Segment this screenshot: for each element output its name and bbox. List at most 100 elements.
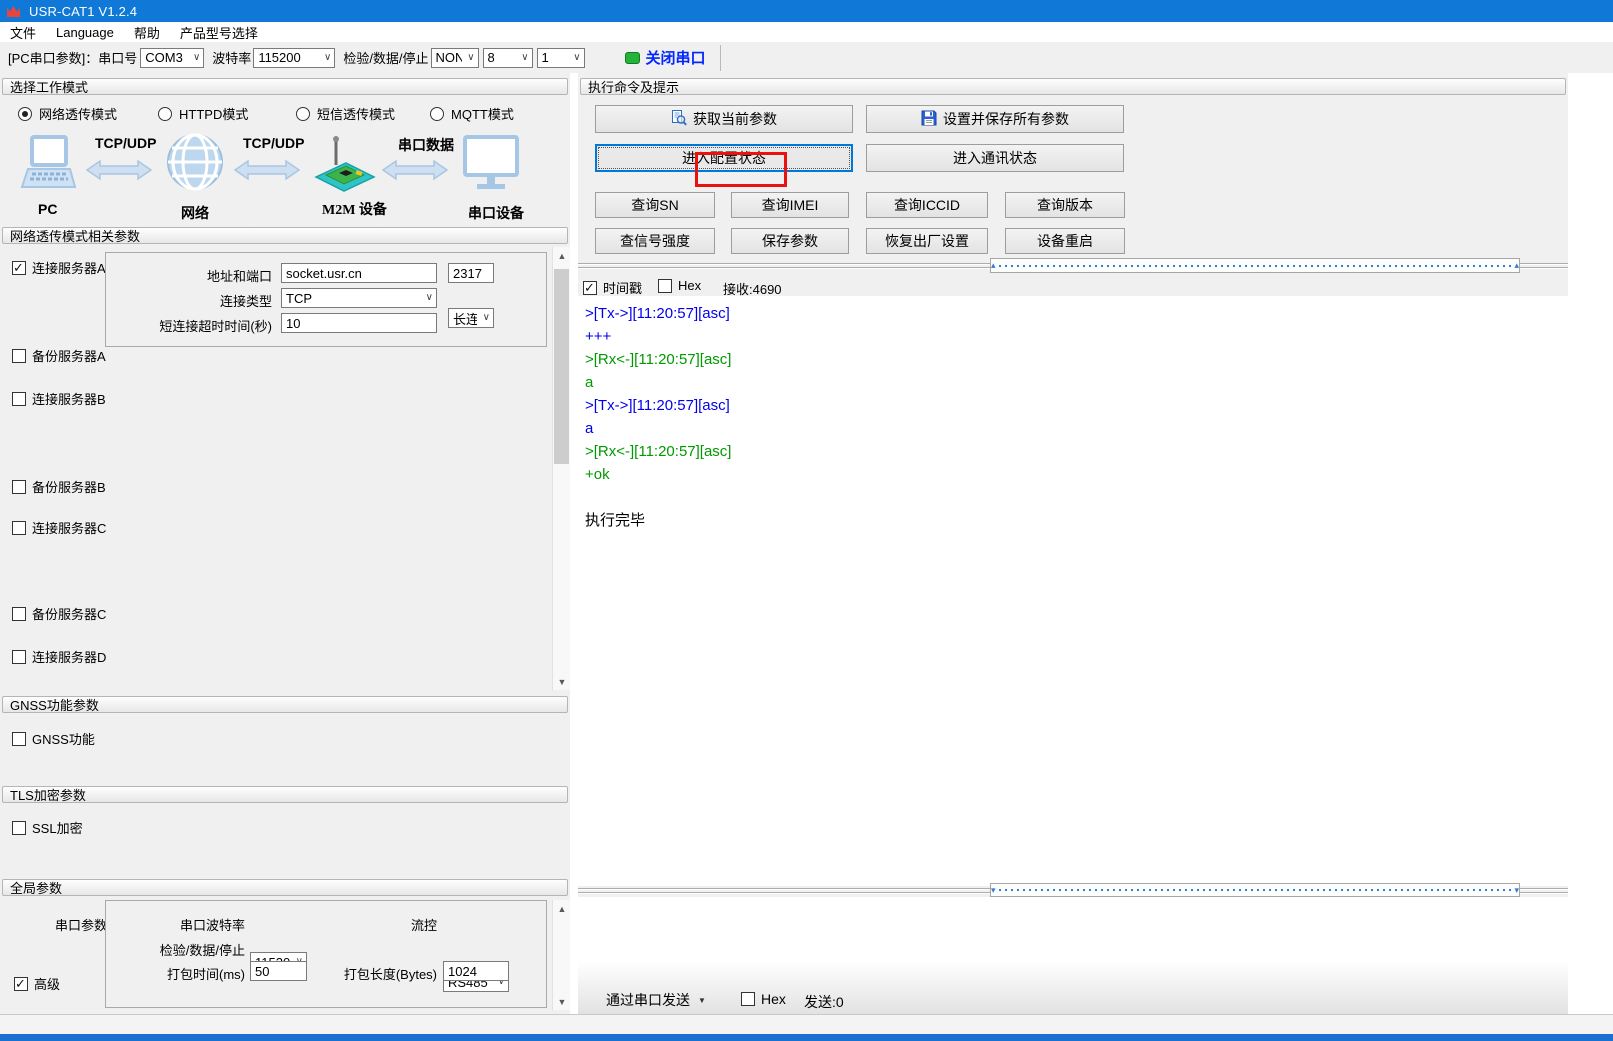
set-save-params-button[interactable]: 设置并保存所有参数 xyxy=(866,105,1124,133)
gnss-checkbox[interactable]: GNSS功能 xyxy=(12,729,95,748)
global-scrollbar[interactable]: ▲ ▼ xyxy=(552,900,571,1010)
floppy-disk-icon xyxy=(921,110,937,129)
gnss-header: GNSS功能参数 xyxy=(2,696,568,713)
factory-reset-button[interactable]: 恢复出厂设置 xyxy=(866,228,988,254)
radio-icon xyxy=(296,107,310,121)
query-sn-button[interactable]: 查询SN xyxy=(595,192,715,218)
log-line: +ok xyxy=(585,463,1568,486)
checkbox-icon xyxy=(658,279,672,293)
server-a-checkbox[interactable]: 连接服务器A xyxy=(12,258,106,277)
menu-file[interactable]: 文件 xyxy=(0,22,46,42)
taskbar-edge xyxy=(0,1034,1613,1041)
m2m-device-icon xyxy=(312,133,376,198)
network-globe-icon xyxy=(166,133,224,194)
scrollbar-thumb[interactable] xyxy=(554,269,569,464)
commands-header: 执行命令及提示 xyxy=(580,78,1566,95)
parity-select[interactable]: NONE∨ xyxy=(431,48,479,68)
recv-hex-checkbox[interactable]: Hex xyxy=(658,278,701,293)
chevron-down-icon: ∨ xyxy=(467,52,474,64)
diagram-m2m-label: M2M 设备 xyxy=(322,199,387,219)
log-splitter-handle[interactable]: ▴ ▴ xyxy=(990,258,1520,273)
send-area[interactable] xyxy=(578,897,1568,1014)
checkbox-icon xyxy=(583,281,597,295)
conn-type-label: 连接类型 xyxy=(100,291,272,310)
checkbox-icon xyxy=(12,392,26,406)
tls-header: TLS加密参数 xyxy=(2,786,568,803)
menu-product-model[interactable]: 产品型号选择 xyxy=(170,22,268,42)
query-imei-button[interactable]: 查询IMEI xyxy=(731,192,849,218)
close-port-button[interactable]: 关闭串口 xyxy=(646,47,706,68)
query-version-button[interactable]: 查询版本 xyxy=(1005,192,1125,218)
device-restart-button[interactable]: 设备重启 xyxy=(1005,228,1125,254)
status-strip xyxy=(0,1014,1613,1034)
splitter-marker-icon: ▾ xyxy=(991,886,996,895)
arrow-icon xyxy=(86,159,152,184)
backup-server-c-checkbox[interactable]: 备份服务器C xyxy=(12,604,106,623)
panel-divider xyxy=(570,73,578,1014)
pack-time-label: 打包时间(ms) xyxy=(115,964,245,983)
search-doc-icon xyxy=(671,110,687,129)
global-params-header: 全局参数 xyxy=(2,879,568,896)
query-iccid-button[interactable]: 查询ICCID xyxy=(866,192,988,218)
global-baud-label: 串口波特率 xyxy=(115,915,245,934)
timestamp-checkbox[interactable]: 时间戳 xyxy=(583,278,642,297)
parity-data-stop-label: 检验/数据/停止 xyxy=(343,48,428,67)
checkbox-icon xyxy=(12,607,26,621)
serial-toolbar: [PC串口参数]：串口号 COM3∨ 波特率 115200∨ 检验/数据/停止 … xyxy=(0,42,1613,74)
scroll-down-icon[interactable]: ▼ xyxy=(553,673,571,690)
radio-httpd[interactable]: HTTPD模式 xyxy=(158,104,248,123)
radio-net-transparent[interactable]: 网络透传模式 xyxy=(18,104,117,123)
scroll-down-icon[interactable]: ▼ xyxy=(553,993,571,1010)
log-line xyxy=(585,486,1568,509)
get-params-button[interactable]: 获取当前参数 xyxy=(595,105,853,133)
baud-select[interactable]: 115200∨ xyxy=(253,48,335,68)
menu-help[interactable]: 帮助 xyxy=(124,22,170,42)
menu-language[interactable]: Language xyxy=(46,22,124,42)
scroll-up-icon[interactable]: ▲ xyxy=(553,247,571,264)
save-params-button[interactable]: 保存参数 xyxy=(731,228,849,254)
log-line: a xyxy=(585,371,1568,394)
work-mode-header: 选择工作模式 xyxy=(2,78,568,95)
serial-device-icon xyxy=(462,135,520,196)
backup-server-b-checkbox[interactable]: 备份服务器B xyxy=(12,477,106,496)
com-port-select[interactable]: COM3∨ xyxy=(140,48,204,68)
title-bar: USR-CAT1 V1.2.4 xyxy=(0,0,1613,22)
baud-label: 波特率 xyxy=(212,48,251,67)
scroll-up-icon[interactable]: ▲ xyxy=(553,900,571,917)
query-signal-button[interactable]: 查信号强度 xyxy=(595,228,715,254)
command-panel: 执行命令及提示 获取当前参数 xyxy=(578,73,1568,1014)
chevron-down-icon: ∨ xyxy=(426,292,433,304)
pack-time-input[interactable]: 50 xyxy=(250,961,307,981)
radio-sms[interactable]: 短信透传模式 xyxy=(296,104,395,123)
timeout-input[interactable]: 10 xyxy=(281,313,437,333)
chevron-down-icon: ∨ xyxy=(483,312,490,324)
advanced-checkbox[interactable]: 高级 xyxy=(14,974,60,993)
conn-mode-select[interactable]: 长连接∨ xyxy=(448,308,494,328)
server-d-checkbox[interactable]: 连接服务器D xyxy=(12,647,106,666)
conn-type-select[interactable]: TCP∨ xyxy=(281,288,437,308)
pack-length-input[interactable]: 1024 xyxy=(443,961,509,981)
server-a-port-input[interactable]: 2317 xyxy=(448,263,494,283)
enter-comm-button[interactable]: 进入通讯状态 xyxy=(866,144,1124,172)
databits-select[interactable]: 8∨ xyxy=(483,48,533,68)
log-line: +++ xyxy=(585,325,1568,348)
port-open-led-icon xyxy=(625,52,640,64)
send-hex-checkbox[interactable]: Hex xyxy=(741,991,786,1007)
server-c-checkbox[interactable]: 连接服务器C xyxy=(12,518,106,537)
send-via-serial-button[interactable]: 通过串口发送 ▼ xyxy=(606,990,706,1010)
stopbits-select[interactable]: 1∨ xyxy=(537,48,585,68)
server-a-address-input[interactable]: socket.usr.cn xyxy=(281,263,437,283)
send-splitter-handle[interactable]: ▾ ▾ xyxy=(990,883,1520,897)
log-line: >[Rx<-][11:20:57][asc] xyxy=(585,348,1568,371)
chevron-down-icon: ∨ xyxy=(573,52,580,64)
radio-mqtt[interactable]: MQTT模式 xyxy=(430,104,514,123)
ssl-checkbox[interactable]: SSL加密 xyxy=(12,818,83,837)
server-b-checkbox[interactable]: 连接服务器B xyxy=(12,389,106,408)
diagram-link2-label: TCP/UDP xyxy=(243,135,304,151)
config-panel: 选择工作模式 网络透传模式 HTTPD模式 短信透传模式 MQTT模式 xyxy=(0,73,570,1014)
backup-server-a-checkbox[interactable]: 备份服务器A xyxy=(12,346,106,365)
log-line: a xyxy=(585,417,1568,440)
server-scrollbar[interactable]: ▲ ▼ xyxy=(552,247,571,690)
serial-log-view[interactable]: >[Tx->][11:20:57][asc] +++ >[Rx<-][11:20… xyxy=(578,296,1568,886)
toolbar-separator xyxy=(720,45,721,71)
